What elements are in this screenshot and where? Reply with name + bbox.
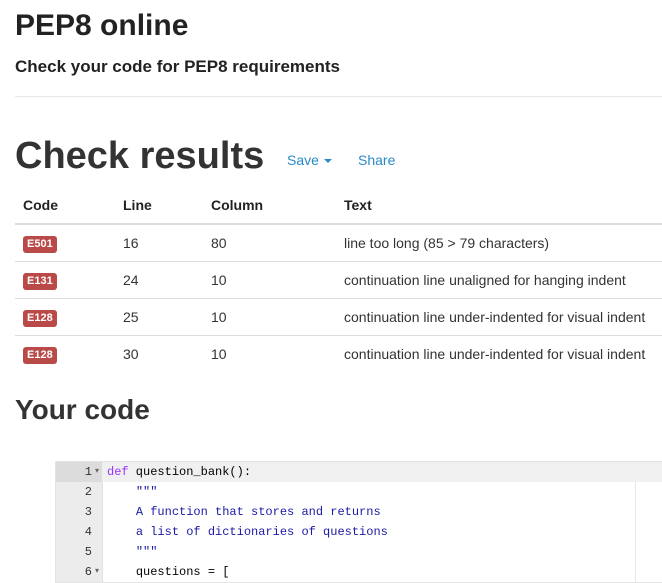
text-cell: continuation line under-indented for vis…: [336, 298, 662, 336]
fold-arrow-icon[interactable]: ▾: [93, 462, 101, 482]
line-cell: 25: [115, 298, 203, 336]
text-cell: continuation line under-indented for vis…: [336, 335, 662, 372]
results-heading: Check results: [15, 135, 265, 177]
column-header-column: Column: [203, 186, 336, 225]
table-row: E128 30 10 continuation line under-inden…: [15, 335, 662, 372]
share-button[interactable]: Share: [358, 152, 395, 168]
line-cell: 30: [115, 335, 203, 372]
code-line: 1 ▾ def question_bank():: [56, 462, 662, 482]
header-divider: [15, 96, 662, 97]
table-row: E131 24 10 continuation line unaligned f…: [15, 261, 662, 299]
string-token: """: [135, 545, 158, 559]
column-cell: 10: [203, 261, 336, 299]
text-cell: line too long (85 > 79 characters): [344, 235, 550, 251]
results-table: Code Line Column Text E501 16 80 line to…: [15, 186, 662, 372]
code-line: 3 A function that stores and returns: [56, 502, 662, 522]
code-line: 6 ▾ questions = [: [56, 562, 662, 582]
column-cell: 10: [203, 298, 336, 336]
column-header-code: Code: [15, 186, 115, 225]
code-text: A function that stores and returns: [107, 502, 381, 522]
code-editor[interactable]: 1 ▾ def question_bank(): 2 """ 3 A function …: [55, 461, 662, 583]
your-code-heading: Your code: [15, 394, 150, 425]
error-code-badge: E131: [23, 272, 57, 290]
code-text: a list of dictionaries of questions: [107, 522, 388, 542]
code-text: def question_bank():: [107, 465, 252, 479]
column-header-text: Text: [336, 186, 662, 225]
string-token: """: [135, 485, 158, 499]
code-line: 4 a list of dictionaries of questions: [56, 522, 662, 542]
code-line: 2 """: [56, 482, 662, 502]
column-header-line: Line: [115, 186, 203, 225]
line-cell: 24: [115, 261, 203, 299]
line-number: 5: [84, 545, 92, 559]
column-cell: 10: [203, 335, 336, 372]
text-cell: continuation line unaligned for hanging …: [336, 261, 662, 299]
column-cell: 80: [211, 235, 227, 251]
page-title: PEP8 online: [15, 9, 189, 42]
keyword-token: def: [107, 465, 129, 479]
table-row: E128 25 10 continuation line under-inden…: [15, 298, 662, 336]
error-code-badge: E128: [23, 346, 57, 364]
results-header-row: Code Line Column Text: [15, 186, 662, 225]
error-code-badge: E128: [23, 309, 57, 327]
code-line: 5 """: [56, 542, 662, 562]
table-row: E501 16 80 line too long (85 > 79 charac…: [15, 224, 662, 262]
line-number: 4: [84, 525, 92, 539]
line-number: 3: [84, 505, 92, 519]
line-number: 2: [84, 485, 92, 499]
string-token: A function that stores and returns: [135, 505, 381, 519]
save-label: Save: [287, 152, 319, 168]
code-text: questions = [: [135, 565, 230, 579]
code-text: """: [107, 542, 158, 562]
string-token: a list of dictionaries of questions: [135, 525, 388, 539]
fold-arrow-icon[interactable]: ▾: [93, 562, 101, 582]
line-cell: 16: [123, 235, 139, 251]
error-code-badge: E501: [23, 235, 57, 253]
save-dropdown-button[interactable]: Save: [287, 152, 332, 168]
caret-down-icon: [323, 159, 332, 164]
code-text: """: [107, 482, 158, 502]
page-subtitle: Check your code for PEP8 requirements: [15, 57, 340, 76]
